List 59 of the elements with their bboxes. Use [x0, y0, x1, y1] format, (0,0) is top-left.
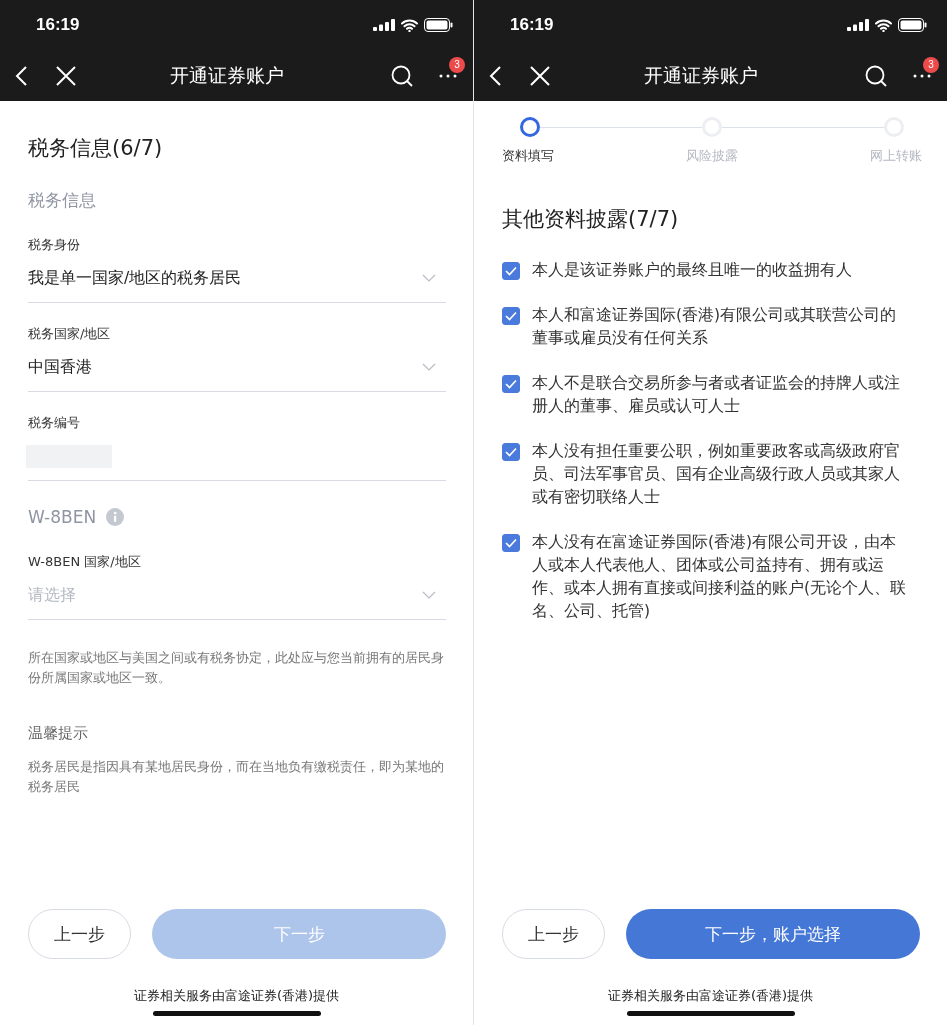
back-icon[interactable]: [14, 64, 28, 87]
checkbox-label: 本人和富途证券国际(香港)有限公司或其联营公司的董事或雇员没有任何关系: [532, 305, 898, 349]
section-title: W-8BEN: [28, 507, 97, 527]
wifi-icon: [401, 18, 418, 32]
signal-icon: [373, 19, 395, 31]
field-label: W-8BEN 国家/地区: [28, 553, 141, 571]
close-icon[interactable]: [530, 65, 550, 86]
step-label: 风险披露: [686, 147, 738, 165]
wifi-icon: [875, 18, 892, 32]
field-label: 税务身份: [28, 236, 80, 254]
checkbox-label: 本人没有在富途证券国际(香港)有限公司开设，由本人或本人代表他人、团体或公司益持有、拥有或运作、或本人拥有直接或间接利益的账户(无论个人、联名、公司、托管): [532, 532, 908, 622]
notification-badge: 3: [923, 56, 939, 73]
battery-icon: [424, 18, 453, 32]
checkbox[interactable]: [502, 262, 520, 280]
next-button[interactable]: 下一步，账户选择: [626, 909, 920, 959]
search-icon[interactable]: [865, 64, 887, 87]
select-field[interactable]: 我是单一国家/地区的税务居民: [28, 254, 446, 303]
status-time: 16:19: [36, 15, 80, 35]
back-icon[interactable]: [488, 64, 502, 87]
nav-title: 开通证券账户: [643, 62, 759, 88]
more-icon[interactable]: [913, 73, 931, 78]
checkmark-icon: [505, 379, 517, 389]
chevron-down-icon: [422, 363, 436, 371]
step-label: 资料填写: [502, 147, 554, 165]
back-button[interactable]: 上一步: [28, 909, 131, 959]
checkbox-label: 本人不是联合交易所参与者或者证监会的持牌人或注册人的董事、雇员或认可人士: [532, 373, 901, 417]
checkbox[interactable]: [502, 443, 520, 461]
signal-icon: [847, 19, 869, 31]
field-label: 税务国家/地区: [28, 325, 111, 343]
checkmark-icon: [505, 538, 517, 548]
notification-badge: 3: [449, 56, 465, 73]
nav-title: 开通证券账户: [169, 62, 285, 88]
battery-icon: [898, 18, 927, 32]
more-icon[interactable]: [439, 73, 457, 78]
page-title: 税务信息(6/7): [28, 135, 164, 162]
checkmark-icon: [505, 266, 517, 276]
status-time: 16:19: [510, 15, 554, 35]
checkbox-label: 本人是该证券账户的最终且唯一的收益拥有人: [532, 260, 853, 281]
checkbox[interactable]: [502, 375, 520, 393]
chevron-down-icon: [422, 274, 436, 282]
close-icon[interactable]: [56, 65, 76, 86]
footer-text: 证券相关服务由富途证券(香港)提供: [133, 988, 340, 1003]
checkbox[interactable]: [502, 307, 520, 325]
checkmark-icon: [505, 311, 517, 321]
footer-text: 证券相关服务由富途证券(香港)提供: [607, 988, 814, 1003]
select-field[interactable]: 中国香港: [28, 343, 446, 392]
back-button[interactable]: 上一步: [502, 909, 605, 959]
section-title: 税务信息: [28, 188, 96, 212]
tip-text: 税务居民是指因具有某地居民身份，而在当地负有缴税责任，即为某地的税务居民: [28, 758, 445, 796]
step-label: 网上转账: [870, 147, 922, 165]
search-icon[interactable]: [391, 64, 413, 87]
page-title: 其他资料披露(7/7): [502, 206, 680, 233]
note-text: 所在国家或地区与美国之间或有税务协定，此处应与您当前拥有的居民身份所属国家或地区一致。: [28, 649, 445, 687]
tip-heading: 温馨提示: [28, 724, 89, 743]
field-label: 税务编号: [28, 414, 80, 432]
chevron-down-icon: [422, 591, 436, 599]
checkbox-label: 本人没有担任重要公职，例如重要政客或高级政府官员、司法军事官员、国有企业高级行政人员或其家人或有密切联络人士: [532, 441, 901, 508]
checkmark-icon: [505, 447, 517, 457]
checkbox[interactable]: [502, 534, 520, 552]
